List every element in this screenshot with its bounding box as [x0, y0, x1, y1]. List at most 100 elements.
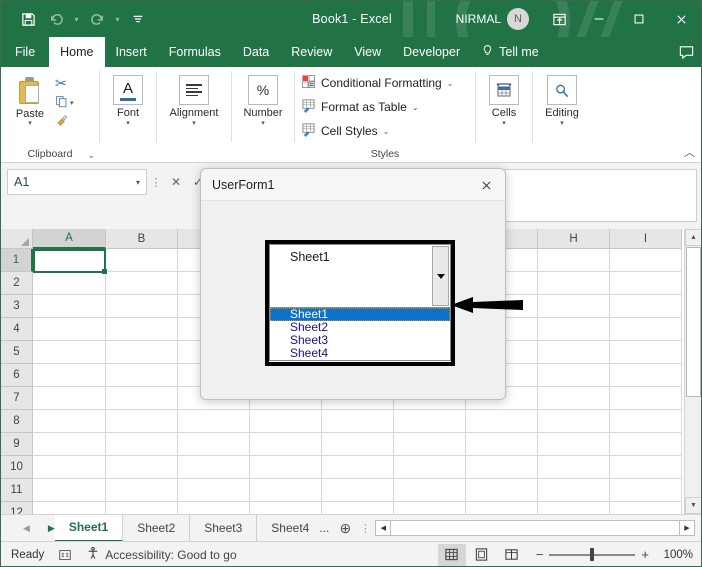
alignment-lines-icon	[178, 75, 209, 105]
row-header-4[interactable]: 4	[1, 318, 33, 341]
row-header-8[interactable]: 8	[1, 410, 33, 433]
zoom-slider-knob[interactable]	[590, 548, 595, 561]
combobox-field[interactable]: Sheet1	[269, 244, 451, 308]
chevron-down-icon[interactable]: ▾	[136, 178, 140, 187]
row-header-1[interactable]: 1	[1, 249, 33, 272]
conditional-formatting-dropdown-icon[interactable]: ⌄	[447, 79, 454, 88]
column-header-I[interactable]: I	[610, 229, 682, 249]
close-icon[interactable]	[659, 1, 701, 37]
page-break-preview-icon[interactable]	[498, 544, 526, 566]
cells-button[interactable]: Cells ▾	[489, 73, 519, 127]
sheet-tab-sheet3[interactable]: Sheet3	[190, 514, 258, 542]
next-sheet-icon[interactable]: ▶	[48, 523, 55, 534]
column-header-B[interactable]: B	[106, 229, 178, 249]
dialog-launcher-icon[interactable]: ⌄	[87, 150, 95, 161]
paste-button[interactable]: Paste ▾	[7, 73, 53, 127]
record-macro-icon[interactable]	[44, 548, 72, 562]
maximize-icon[interactable]	[619, 1, 659, 37]
font-dropdown-icon[interactable]: ▾	[126, 120, 130, 127]
copy-dropdown-icon[interactable]: ▾	[70, 99, 74, 107]
row-header-5[interactable]: 5	[1, 341, 33, 364]
tab-insert[interactable]: Insert	[105, 37, 158, 67]
previous-sheet-icon[interactable]: ◀	[23, 523, 30, 534]
ribbon-group-number: % Number ▾	[232, 67, 294, 162]
editing-button[interactable]: Editing ▾	[545, 73, 579, 127]
tab-data[interactable]: Data	[232, 37, 280, 67]
page-layout-icon[interactable]	[468, 544, 496, 566]
find-select-icon	[546, 75, 577, 105]
row-header-3[interactable]: 3	[1, 295, 33, 318]
font-button[interactable]: A Font ▾	[113, 73, 143, 127]
scroll-down-icon[interactable]: ▼	[685, 497, 701, 514]
row-header-10[interactable]: 10	[1, 456, 33, 479]
zoom-control: − + 100%	[536, 547, 693, 562]
account-name[interactable]: NIRMAL	[456, 12, 501, 26]
row-header-11[interactable]: 11	[1, 479, 33, 502]
add-sheet-icon[interactable]: ⊕	[333, 515, 357, 542]
row-header-7[interactable]: 7	[1, 387, 33, 410]
cell-styles-button[interactable]: Cell Styles ⌄	[301, 120, 389, 142]
cancel-icon[interactable]: ✕	[165, 169, 187, 195]
column-header-A[interactable]: A	[33, 229, 106, 249]
dropdown-arrow-icon[interactable]	[432, 246, 449, 306]
number-button[interactable]: % Number ▾	[243, 73, 283, 127]
name-box[interactable]: A1 ▾	[7, 169, 147, 195]
horizontal-scroll-track[interactable]	[391, 520, 679, 536]
vertical-scroll-thumb[interactable]	[686, 247, 701, 397]
tab-file[interactable]: File	[1, 37, 49, 67]
select-all-corner[interactable]	[1, 229, 33, 249]
sheet-tabs-overflow[interactable]: ...	[315, 515, 333, 542]
column-header-H[interactable]: H	[538, 229, 610, 249]
sheet-tab-sheet1[interactable]: Sheet1	[54, 514, 124, 542]
zoom-in-icon[interactable]: +	[641, 547, 649, 562]
scroll-right-icon[interactable]: ▶	[679, 520, 695, 536]
format-as-table-button[interactable]: Format as Table ⌄	[301, 96, 419, 118]
minimize-icon[interactable]	[579, 1, 619, 37]
accessibility-icon	[86, 546, 100, 563]
accessibility-status[interactable]: Accessibility: Good to go	[72, 546, 237, 563]
cells-dropdown-icon[interactable]: ▾	[502, 120, 506, 127]
zoom-value[interactable]: 100%	[655, 549, 693, 561]
alignment-button[interactable]: Alignment ▾	[170, 73, 218, 127]
active-cell-A1[interactable]	[33, 249, 107, 274]
cell-styles-dropdown-icon[interactable]: ⌄	[383, 127, 390, 136]
collapse-ribbon-icon[interactable]: ︿	[684, 144, 695, 160]
tell-me-box[interactable]: Tell me	[471, 37, 539, 67]
row-header-6[interactable]: 6	[1, 364, 33, 387]
sheet-bar-splitter[interactable]: ⋮	[357, 522, 373, 535]
normal-view-icon[interactable]	[437, 543, 466, 566]
vertical-scrollbar[interactable]: ▲ ▼	[684, 229, 701, 514]
tab-developer[interactable]: Developer	[392, 37, 471, 67]
format-painter-icon[interactable]	[55, 114, 69, 130]
combobox[interactable]: Sheet1 Sheet1 Sheet2 Sheet3 Sheet4	[265, 240, 455, 366]
sheet-tab-sheet2[interactable]: Sheet2	[123, 514, 191, 542]
horizontal-scrollbar[interactable]: ◀ ▶	[375, 520, 695, 537]
row-header-9[interactable]: 9	[1, 433, 33, 456]
combobox-option-sheet4[interactable]: Sheet4	[270, 347, 450, 360]
alignment-dropdown-icon[interactable]: ▾	[192, 120, 196, 127]
comments-icon[interactable]	[678, 37, 695, 67]
scroll-up-icon[interactable]: ▲	[685, 229, 701, 246]
zoom-slider[interactable]	[549, 548, 636, 562]
ribbon-display-options-icon[interactable]	[539, 1, 579, 37]
conditional-formatting-button[interactable]: Conditional Formatting ⌄	[301, 72, 453, 94]
zoom-out-icon[interactable]: −	[536, 547, 544, 562]
avatar[interactable]: N	[507, 8, 529, 30]
sheet-tab-sheet4[interactable]: Sheet4	[257, 515, 315, 542]
tab-view[interactable]: View	[343, 37, 392, 67]
scroll-left-icon[interactable]: ◀	[375, 520, 392, 536]
number-dropdown-icon[interactable]: ▾	[261, 120, 265, 127]
userform-title-bar: UserForm1	[201, 169, 505, 201]
scissors-icon[interactable]: ✂	[55, 75, 67, 92]
paste-dropdown-icon[interactable]: ▾	[28, 120, 32, 127]
row-header-2[interactable]: 2	[1, 272, 33, 295]
ribbon-group-clipboard: Paste ▾ ✂ ▾ Clipboard ⌄	[1, 67, 99, 162]
tab-review[interactable]: Review	[280, 37, 343, 67]
format-as-table-dropdown-icon[interactable]: ⌄	[412, 103, 419, 112]
userform-close-icon[interactable]	[475, 174, 497, 196]
copy-icon[interactable]	[55, 95, 68, 111]
combobox-dropdown-list[interactable]: Sheet1 Sheet2 Sheet3 Sheet4	[269, 308, 451, 361]
editing-dropdown-icon[interactable]: ▾	[560, 120, 564, 127]
tab-home[interactable]: Home	[49, 37, 105, 67]
tab-formulas[interactable]: Formulas	[158, 37, 232, 67]
